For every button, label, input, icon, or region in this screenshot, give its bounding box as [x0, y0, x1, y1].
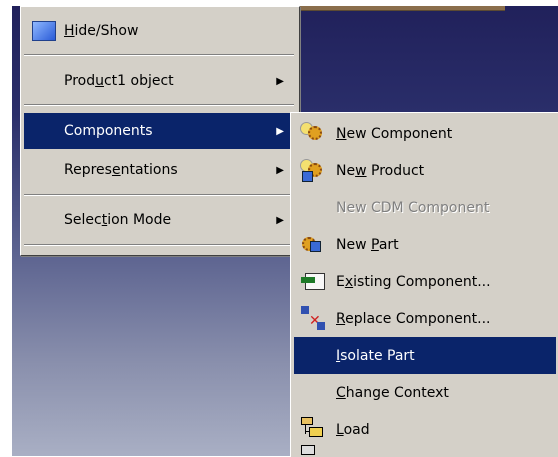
- menu-item-components[interactable]: Components ▶: [24, 113, 294, 149]
- submenu-item-new-product[interactable]: New Product: [294, 152, 556, 189]
- submenu-arrow-icon: ▶: [276, 75, 284, 87]
- submenu-item-label: New Part: [336, 236, 399, 253]
- submenu-item-existing-component[interactable]: Existing Component...: [294, 263, 556, 300]
- submenu-item-new-cdm-component: New CDM Component: [294, 189, 556, 226]
- menu-separator: [24, 54, 294, 56]
- menu-item-selection-mode[interactable]: Selection Mode ▶: [24, 202, 294, 238]
- menu-item-hide-show[interactable]: Hide/Show: [24, 13, 294, 49]
- submenu-item-replace-component[interactable]: ✕ Replace Component...: [294, 300, 556, 337]
- context-menu: Hide/Show Product1 object ▶ Components ▶…: [20, 6, 300, 256]
- new-part-icon: [300, 233, 324, 255]
- menu-item-product1-object[interactable]: Product1 object ▶: [24, 63, 294, 99]
- submenu-item-label: New Component: [336, 125, 453, 142]
- submenu-item-label: Isolate Part: [336, 347, 415, 364]
- submenu-item-load[interactable]: Load: [294, 411, 556, 455]
- menu-separator: [24, 104, 294, 106]
- submenu-item-label: New CDM Component: [336, 199, 490, 216]
- menu-separator: [24, 194, 294, 196]
- submenu-item-label: Existing Component...: [336, 273, 491, 290]
- menu-item-label: Product1 object: [64, 73, 174, 89]
- submenu-arrow-icon: ▶: [276, 125, 284, 137]
- menu-item-representations[interactable]: Representations ▶: [24, 152, 294, 188]
- submenu-item-label: Change Context: [336, 384, 449, 401]
- submenu-item-label: New Product: [336, 162, 425, 179]
- submenu-item-new-part[interactable]: New Part: [294, 226, 556, 263]
- submenu-item-change-context[interactable]: Change Context: [294, 374, 556, 411]
- submenu-arrow-icon: ▶: [276, 214, 284, 226]
- existing-component-icon: [301, 271, 325, 291]
- components-submenu: New Component New Product New CDM Compon…: [290, 112, 558, 457]
- load-icon: [301, 417, 325, 441]
- hide-show-icon: [32, 21, 56, 41]
- submenu-item-isolate-part[interactable]: Isolate Part: [294, 337, 556, 374]
- menu-separator: [24, 244, 294, 246]
- submenu-item-new-component[interactable]: New Component: [294, 115, 556, 152]
- next-item-icon: [301, 445, 315, 455]
- submenu-item-label: Load: [336, 421, 370, 438]
- menu-item-label: Representations: [64, 162, 178, 178]
- menu-item-label: Components: [64, 123, 153, 139]
- new-component-icon: [300, 122, 324, 144]
- menu-item-label: Hide/Show: [64, 23, 139, 39]
- replace-component-icon: ✕: [301, 306, 327, 332]
- menu-item-label: Selection Mode: [64, 212, 172, 228]
- new-product-icon: [300, 159, 324, 182]
- submenu-item-label: Replace Component...: [336, 310, 491, 327]
- submenu-arrow-icon: ▶: [276, 164, 284, 176]
